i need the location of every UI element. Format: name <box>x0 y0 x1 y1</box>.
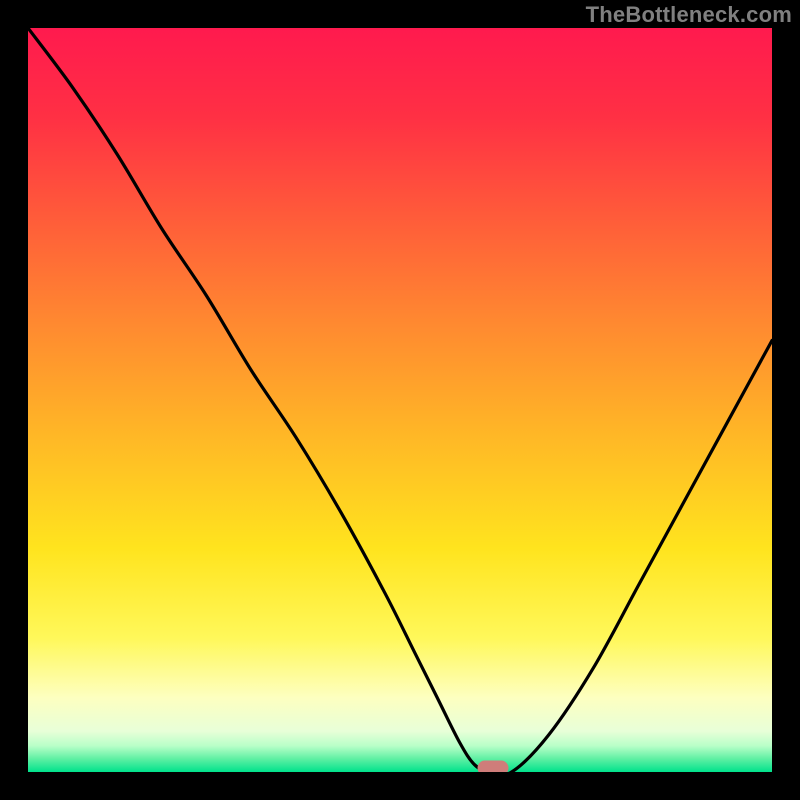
chart-frame: TheBottleneck.com <box>0 0 800 800</box>
plot-area <box>28 28 772 772</box>
watermark-text: TheBottleneck.com <box>586 2 792 28</box>
bottleneck-curve <box>28 28 772 772</box>
optimum-marker <box>478 761 509 773</box>
